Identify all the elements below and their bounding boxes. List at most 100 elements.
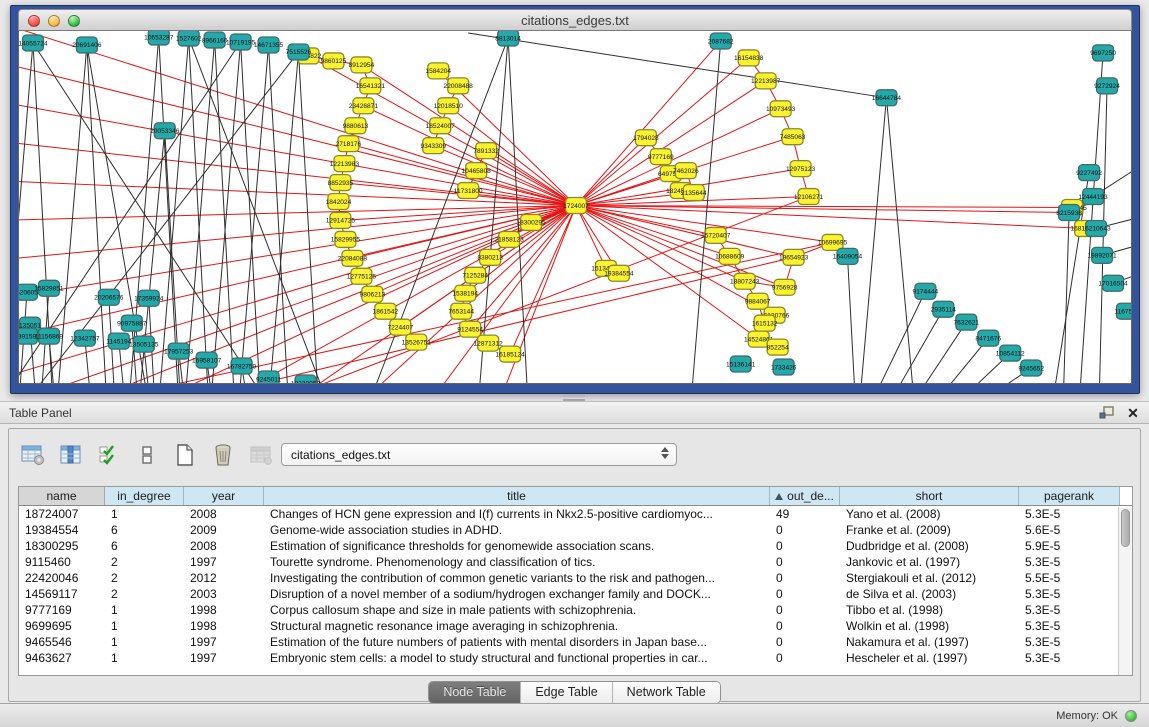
graph-node[interactable]: 10465808 (462, 163, 492, 179)
graph-node[interactable]: 19654923 (779, 249, 809, 265)
table-cell[interactable]: Changes of HCN gene expression and I(f) … (264, 506, 770, 522)
graph-node[interactable]: 18230052 (291, 375, 321, 384)
table-cell[interactable]: 5.3E-5 (1019, 634, 1120, 650)
table-cell[interactable]: Jankovic et al. (1997) (840, 554, 1019, 570)
graph-node[interactable]: 9806213 (360, 286, 386, 302)
graph-edge[interactable] (189, 38, 209, 384)
graph-node[interactable]: 10973493 (766, 101, 796, 117)
graph-node[interactable]: 8813014 (495, 31, 521, 46)
graph-node[interactable]: 7462026 (673, 163, 699, 179)
table-cell[interactable]: Wolkin et al. (1998) (840, 618, 1019, 634)
graph-node[interactable]: 9860125 (321, 53, 347, 69)
graph-node[interactable]: 16210643 (1081, 220, 1111, 236)
table-row[interactable]: 911546021997Tourette syndrome. Phenomeno… (19, 554, 1132, 570)
close-window-icon[interactable] (28, 15, 40, 27)
graph-edge[interactable] (870, 291, 925, 384)
column-header-pagerank[interactable]: pagerank (1019, 487, 1120, 505)
graph-node[interactable]: 8852935 (328, 175, 354, 191)
table-cell[interactable]: 9465546 (19, 634, 105, 650)
graph-node[interactable]: 20053346 (150, 123, 180, 139)
graph-node[interactable]: 12213983 (330, 156, 360, 172)
graph-edge[interactable] (269, 45, 289, 384)
table-cell[interactable]: 2003 (184, 586, 264, 602)
memory-status-icon[interactable] (1125, 710, 1137, 722)
table-row[interactable]: 977716911998Corpus callosum shape and si… (19, 602, 1132, 618)
table-cell[interactable]: 5.3E-5 (1019, 650, 1120, 666)
graph-edge[interactable] (1063, 212, 1069, 384)
table-cell[interactable]: 5.3E-5 (1019, 618, 1120, 634)
graph-node[interactable]: 1527602 (176, 31, 202, 46)
graph-edge[interactable] (215, 40, 235, 384)
zoom-window-icon[interactable] (68, 15, 80, 27)
graph-node[interactable]: 8471676 (975, 330, 1001, 346)
table-cell[interactable]: 0 (770, 602, 840, 618)
table-cell[interactable]: 19384554 (19, 522, 105, 538)
column-header-short[interactable]: short (840, 487, 1019, 505)
table-cell[interactable]: 1997 (184, 554, 264, 570)
graph-node[interactable]: 9174444 (913, 283, 939, 299)
graph-node[interactable]: 9245652 (1018, 360, 1044, 376)
graph-node[interactable]: 852254 (767, 339, 789, 355)
graph-node[interactable]: 2718176 (336, 136, 362, 152)
add-column-icon[interactable] (133, 441, 161, 469)
minimize-window-icon[interactable] (48, 15, 60, 27)
graph-edge[interactable] (241, 42, 261, 384)
graph-edge[interactable] (886, 98, 914, 384)
graph-node[interactable]: 9245011 (256, 371, 281, 384)
graph-node[interactable]: 18300295 (516, 214, 546, 230)
graph-edge[interactable] (848, 256, 856, 384)
table-cell[interactable]: 2 (105, 554, 184, 570)
table-cell[interactable]: 1 (105, 506, 184, 522)
table-cell[interactable]: Tibbo et al. (1998) (840, 602, 1019, 618)
graph-node[interactable]: 1538194 (452, 285, 478, 301)
graph-node[interactable]: 20206576 (94, 289, 124, 305)
graph-node[interactable]: 8966160 (202, 32, 228, 48)
graph-node[interactable]: 16644784 (872, 90, 902, 106)
graph-node[interactable]: 7891332 (473, 143, 499, 159)
table-cell[interactable]: 18724007 (19, 506, 105, 522)
graph-node[interactable]: 9777169 (648, 149, 674, 165)
table-cell[interactable]: 1 (105, 634, 184, 650)
graph-node[interactable]: 7485063 (780, 129, 806, 145)
table-row[interactable]: 1456911722003Disruption of a novel membe… (19, 586, 1132, 602)
delete-table-icon[interactable] (209, 441, 237, 469)
table-cell[interactable]: 2009 (184, 522, 264, 538)
graph-node[interactable]: 9343309 (420, 138, 446, 154)
table-cell[interactable]: 1997 (184, 634, 264, 650)
table-cell[interactable]: 1998 (184, 618, 264, 634)
table-cell[interactable]: 1997 (184, 650, 264, 666)
table-cell[interactable]: 9699695 (19, 618, 105, 634)
table-cell[interactable]: 2008 (184, 506, 264, 522)
show-columns-icon[interactable] (57, 441, 85, 469)
graph-node[interactable]: 16541321 (356, 78, 386, 94)
table-row[interactable]: 2242004622012Investigating the contribut… (19, 570, 1132, 586)
graph-node[interactable]: 9272924 (1094, 78, 1120, 94)
graph-node[interactable]: 16409054 (833, 248, 863, 264)
table-mode-icon[interactable] (19, 441, 47, 469)
graph-node[interactable]: 10688609 (715, 248, 745, 264)
table-cell[interactable]: 0 (770, 650, 840, 666)
table-cell[interactable]: 5.9E-5 (1019, 538, 1120, 554)
table-cell[interactable]: 5.3E-5 (1019, 554, 1120, 570)
table-cell[interactable]: 6 (105, 538, 184, 554)
graph-node[interactable]: 1615132 (752, 315, 778, 331)
table-cell[interactable]: 0 (770, 586, 840, 602)
graph-node[interactable]: 2087682 (708, 33, 734, 49)
graph-node[interactable]: 11156869 (35, 328, 64, 344)
table-cell[interactable]: Estimation of significance thresholds fo… (264, 538, 770, 554)
table-cell[interactable]: 0 (770, 538, 840, 554)
graph-node[interactable]: 2135644 (681, 185, 707, 201)
graph-node[interactable]: 12775125 (347, 268, 377, 284)
graph-node[interactable]: 12914725 (326, 212, 356, 228)
table-cell[interactable]: 1998 (184, 602, 264, 618)
column-header-out_de[interactable]: out_de... (770, 487, 840, 505)
table-cell[interactable]: 9463627 (19, 650, 105, 666)
table-cell[interactable]: 14569117 (19, 586, 105, 602)
graph-node[interactable]: 14055724 (18, 35, 48, 51)
graph-node[interactable]: 16185124 (495, 346, 525, 362)
table-cell[interactable]: 1 (105, 618, 184, 634)
close-panel-icon[interactable]: ✕ (1123, 404, 1143, 422)
table-cell[interactable]: Dudbridge et al. (2008) (840, 538, 1019, 554)
graph-node[interactable]: 10653287 (144, 31, 174, 45)
table-cell[interactable]: Franke et al. (2009) (840, 522, 1019, 538)
